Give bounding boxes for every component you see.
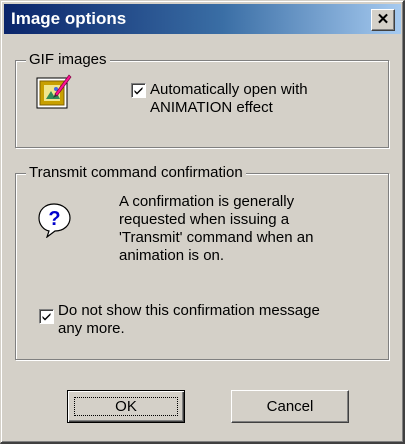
ok-button[interactable]: OK xyxy=(67,390,185,423)
hide-confirmation-label[interactable]: Do not show this confirmation message an… xyxy=(58,302,320,338)
transmit-info-line2: requested when issuing a xyxy=(119,211,290,228)
transmit-info-line4: animation is on. xyxy=(119,247,225,264)
close-icon: ✕ xyxy=(376,11,390,28)
auto-animation-label[interactable]: Automatically open with ANIMATION effect xyxy=(150,81,308,117)
question-bubble-icon: ? xyxy=(37,202,73,239)
cancel-button[interactable]: Cancel xyxy=(231,390,349,423)
title-bar[interactable]: Image options ✕ xyxy=(4,4,401,34)
image-edit-icon xyxy=(33,72,73,112)
auto-animation-checkbox[interactable] xyxy=(131,83,146,98)
gif-images-legend: GIF images xyxy=(26,51,110,68)
close-button[interactable]: ✕ xyxy=(371,9,395,31)
svg-text:?: ? xyxy=(48,208,60,230)
auto-animation-label-line2: ANIMATION effect xyxy=(150,99,273,116)
transmit-info-line3: 'Transmit' command when an xyxy=(119,229,314,246)
auto-animation-label-line1: Automatically open with xyxy=(150,81,308,98)
transmit-confirmation-legend: Transmit command confirmation xyxy=(26,164,246,181)
transmit-info-line1: A confirmation is generally xyxy=(119,193,295,210)
transmit-info-text: A confirmation is generally requested wh… xyxy=(119,193,313,265)
hide-confirmation-checkbox[interactable] xyxy=(39,309,54,324)
gif-images-group: GIF images Automatically open with ANIMA… xyxy=(15,51,389,148)
hide-confirmation-label-line2: any more. xyxy=(58,320,125,337)
dialog-title: Image options xyxy=(11,9,127,28)
cancel-button-label: Cancel xyxy=(266,398,314,415)
transmit-confirmation-group: Transmit command confirmation ? A confir… xyxy=(15,164,389,360)
image-options-dialog: Image options ✕ GIF images Automatically… xyxy=(0,0,405,444)
ok-focus-rect xyxy=(74,397,178,416)
hide-confirmation-label-line1: Do not show this confirmation message xyxy=(58,302,320,319)
